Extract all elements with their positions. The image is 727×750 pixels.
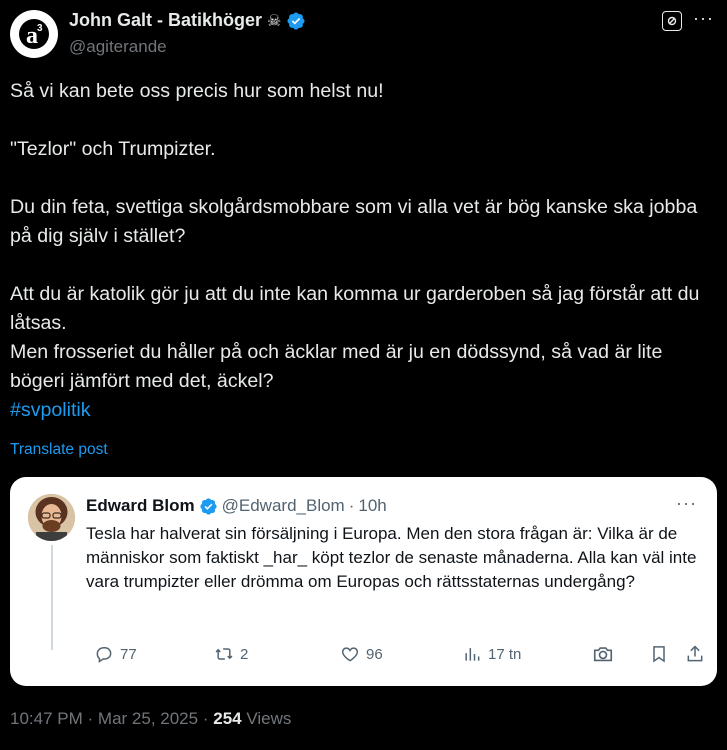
share-icon[interactable]: [683, 642, 707, 666]
author-avatar[interactable]: a 3: [10, 10, 58, 58]
translate-post-link[interactable]: Translate post: [10, 441, 108, 459]
quoted-action-bar: 77 2 96 17 tn: [86, 642, 706, 666]
post-time[interactable]: 10:47 PM: [10, 709, 83, 728]
tweet-paragraph: "Tezlor" och Trumpizter.: [10, 138, 216, 160]
quoted-text: Tesla har halverat sin försäljning i Eur…: [86, 524, 697, 591]
views-count: 17 tn: [488, 645, 522, 663]
views-button[interactable]: 17 tn: [462, 642, 521, 666]
tweet-paragraph: Att du är katolik gör ju att du inte kan…: [10, 283, 700, 334]
bookmark-icon[interactable]: [647, 642, 671, 666]
views-label: Views: [246, 709, 292, 728]
quoted-author-avatar[interactable]: [28, 494, 75, 541]
tweet-paragraph: Men frosseriet du håller på och äcklar m…: [10, 341, 663, 392]
heart-icon: [341, 647, 359, 662]
thread-line: [51, 545, 53, 650]
author-handle[interactable]: @agiterande: [69, 37, 167, 57]
svg-text:3: 3: [37, 23, 43, 34]
separator-dot: ·: [202, 709, 209, 728]
like-button[interactable]: 96: [340, 642, 383, 666]
repost-count: 2: [240, 645, 249, 663]
verified-badge-icon: [200, 497, 217, 515]
tweet-footer: 10:47 PM · Mar 25, 2025 · 254 Views: [10, 709, 291, 729]
repost-button[interactable]: 2: [214, 642, 248, 666]
portrait-image: [28, 494, 75, 541]
post-date[interactable]: Mar 25, 2025: [98, 709, 198, 728]
separator-dot: ·: [87, 709, 94, 728]
skull-emoji: ☠: [267, 12, 282, 30]
quoted-author-name[interactable]: Edward Blom: [86, 496, 195, 516]
reply-icon: [96, 647, 112, 663]
tweet-text: Så vi kan bete oss precis hur som helst …: [10, 77, 720, 425]
like-count: 96: [366, 645, 383, 663]
author-display-name[interactable]: John Galt - Batikhöger: [69, 10, 262, 31]
analytics-icon: [465, 648, 480, 661]
tweet-paragraph: Du din feta, svettiga skolgårdsmobbare s…: [10, 196, 698, 247]
author-name-row: John Galt - Batikhöger ☠: [69, 10, 306, 31]
tweet-paragraph: Så vi kan bete oss precis hur som helst …: [10, 80, 384, 102]
separator-dot: ·: [348, 496, 355, 515]
views-total: 254: [213, 709, 242, 728]
camera-icon[interactable]: [591, 642, 615, 666]
agiterande-logo-icon: a 3: [19, 19, 49, 49]
quoted-time[interactable]: 10h: [358, 496, 386, 516]
repost-icon: [215, 648, 233, 660]
hashtag-link[interactable]: #svpolitik: [10, 396, 720, 425]
reply-button[interactable]: 77: [94, 642, 137, 666]
quoted-tweet-card[interactable]: Edward Blom @Edward_Blom · 10h ··· Tesla…: [10, 477, 717, 686]
more-options-icon[interactable]: ···: [693, 8, 714, 29]
grok-icon[interactable]: [662, 11, 682, 31]
quoted-more-icon[interactable]: ···: [676, 493, 697, 514]
quoted-author-handle[interactable]: @Edward_Blom: [222, 496, 345, 516]
reply-count: 77: [120, 645, 137, 663]
quoted-header: Edward Blom @Edward_Blom · 10h: [86, 496, 387, 516]
verified-badge-icon: [287, 11, 305, 30]
grok-glyph-icon: [667, 16, 677, 26]
